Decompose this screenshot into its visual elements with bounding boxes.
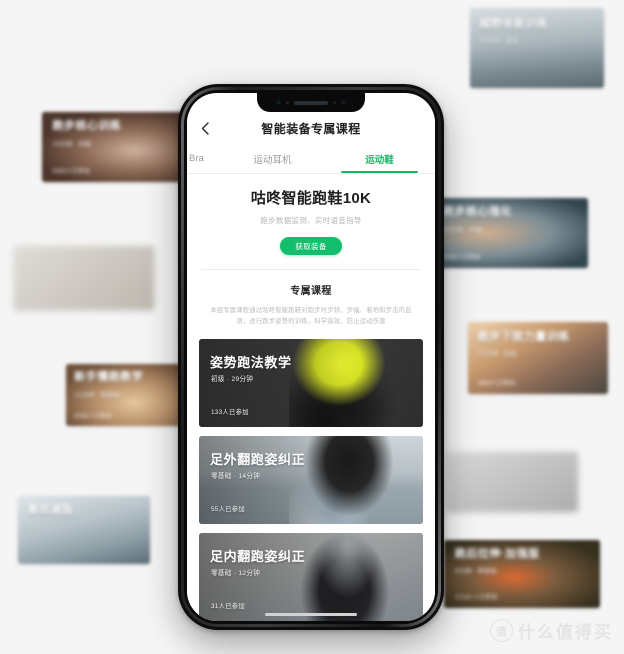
smzdm-logo-icon: 值 <box>490 619 513 642</box>
exclusive-courses-section: 专属课程 本组专属课程通过咕咚智能跑鞋对跑步时步频、步幅、着地和步态的监测，进行… <box>187 270 435 336</box>
tab-label: 运动鞋 <box>365 154 394 166</box>
course-meta: 初级 · 29分钟 <box>211 376 254 384</box>
background-course-card[interactable]: 越野体能训练 30分钟 · 高级 <box>470 8 604 88</box>
course-list: 姿势跑法教学 初级 · 29分钟 133人已参加 足外翻跑姿纠正 零基础 · 1… <box>187 335 435 621</box>
background-card-text: 跑步下肢力量训练 21分钟 · 初级 <box>478 331 600 358</box>
background-course-card[interactable] <box>446 452 578 512</box>
background-course-card[interactable]: 跑后拉伸·加强版 8分钟 · 零基础 17132 人已参加 <box>444 540 600 608</box>
tab-running-shoes[interactable]: 运动鞋 <box>326 144 433 173</box>
course-joined-count: 31人已参加 <box>211 603 245 611</box>
page-title: 智能装备专属课程 <box>261 121 361 136</box>
sensor-icon <box>286 101 289 104</box>
background-course-card[interactable]: 跑步核心强化 20分钟 · 中级 3538人已参加 <box>432 198 588 268</box>
background-card-title: 越野体能训练 <box>479 17 549 30</box>
proximity-sensor-icon <box>333 101 336 104</box>
background-course-card[interactable] <box>14 246 154 310</box>
home-indicator[interactable] <box>265 612 357 616</box>
background-card-title: 跑步核心强化 <box>442 206 512 219</box>
product-title: 咕咚智能跑鞋10K <box>250 190 372 207</box>
background-card-text: 新手慢跑教学 21分钟 · 零基础 <box>74 371 177 398</box>
watermark: 值 什么值得买 <box>490 618 613 643</box>
phone-screen: 智能装备专属课程 Bra 运动耳机 运动鞋 咕咚智能跑鞋10K 跑步数据监测、实… <box>187 93 435 621</box>
course-meta: 零基础 · 12分钟 <box>211 570 261 578</box>
tab-label: 运动耳机 <box>253 154 292 166</box>
background-course-card[interactable]: 跑步下肢力量训练 21分钟 · 初级 3884人已参加 <box>468 322 608 394</box>
course-joined-count: 133人已参加 <box>211 409 249 417</box>
earpiece-speaker-icon <box>294 100 328 105</box>
tab-label: Bra <box>189 153 204 164</box>
background-card-meta: 8分钟 · 零基础 <box>454 568 497 576</box>
background-card-text: 跑后拉伸·加强版 8分钟 · 零基础 <box>455 548 591 575</box>
background-card-title: 跑步下肢力量训练 <box>477 330 570 343</box>
course-photo <box>14 246 154 310</box>
background-course-card[interactable]: 新手慢跑教学 21分钟 · 零基础 8765人已参加 <box>66 364 184 426</box>
background-card-joined: 17132 人已参加 <box>454 595 498 602</box>
background-card-text: 跑步核心训练 15分钟 · 初级 <box>52 120 181 147</box>
watermark-text: 什么值得买 <box>518 623 613 642</box>
get-equipment-button[interactable]: 获取装备 <box>280 237 342 255</box>
section-heading: 专属课程 <box>290 286 332 297</box>
background-card-meta: 21分钟 · 初级 <box>477 350 517 358</box>
background-course-card[interactable]: 跑步核心训练 15分钟 · 初级 6283人已参加 <box>42 112 190 182</box>
chevron-left-icon[interactable] <box>197 120 213 136</box>
section-description: 本组专属课程通过咕咚智能跑鞋对跑步时步频、步幅、着地和步态的监测，进行跑步姿势的… <box>210 307 412 326</box>
background-card-joined: 3538人已参加 <box>442 255 481 261</box>
course-title: 足外翻跑姿纠正 <box>210 452 306 468</box>
background-card-joined: 6283人已参加 <box>52 169 90 175</box>
front-camera-icon <box>276 100 281 105</box>
app-header: 智能装备专属课程 <box>187 112 435 144</box>
background-card-meta: 15分钟 · 初级 <box>52 140 92 148</box>
course-card[interactable]: 足外翻跑姿纠正 零基础 · 14分钟 55人已参加 <box>199 436 423 525</box>
background-course-card[interactable]: 高效减脂 <box>18 496 150 564</box>
background-card-title: 跑步核心训练 <box>52 120 122 133</box>
background-card-meta: 30分钟 · 高级 <box>479 37 519 45</box>
course-card[interactable]: 姿势跑法教学 初级 · 29分钟 133人已参加 <box>199 339 423 428</box>
tab-sports-bra[interactable]: Bra <box>189 144 219 173</box>
background-card-text: 高效减脂 <box>27 504 142 517</box>
course-title: 足内翻跑姿纠正 <box>210 549 306 565</box>
phone-mockup: 智能装备专属课程 Bra 运动耳机 运动鞋 咕咚智能跑鞋10K 跑步数据监测、实… <box>178 84 444 630</box>
tab-sports-earphones[interactable]: 运动耳机 <box>219 144 326 173</box>
course-card[interactable]: 足内翻跑姿纠正 零基础 · 12分钟 31人已参加 <box>199 533 423 621</box>
product-subtitle: 跑步数据监测、实时语音指导 <box>260 216 362 225</box>
phone-notch <box>257 93 365 112</box>
screenshot-stage: 越野体能训练 30分钟 · 高级 跑步核心训练 15分钟 · 初级 6283人已… <box>0 0 624 654</box>
background-card-title: 高效减脂 <box>27 504 74 517</box>
background-card-joined: 3884人已参加 <box>477 380 516 387</box>
background-card-meta: 21分钟 · 零基础 <box>74 391 120 399</box>
course-joined-count: 55人已参加 <box>211 506 245 514</box>
background-card-text: 跑步核心强化 20分钟 · 中级 <box>443 206 579 233</box>
course-title: 姿势跑法教学 <box>210 355 292 371</box>
course-photo <box>446 452 578 512</box>
category-tabs: Bra 运动耳机 运动鞋 <box>187 144 435 174</box>
product-hero: 咕咚智能跑鞋10K 跑步数据监测、实时语音指导 获取装备 <box>187 174 435 269</box>
background-card-title: 跑后拉伸·加强版 <box>454 548 540 561</box>
course-meta: 零基础 · 14分钟 <box>211 473 261 481</box>
background-card-title: 新手慢跑教学 <box>74 371 144 384</box>
background-card-meta: 20分钟 · 中级 <box>442 226 482 234</box>
background-card-joined: 8765人已参加 <box>74 413 112 420</box>
face-id-camera-icon <box>341 100 346 105</box>
background-card-text: 越野体能训练 30分钟 · 高级 <box>479 18 596 45</box>
